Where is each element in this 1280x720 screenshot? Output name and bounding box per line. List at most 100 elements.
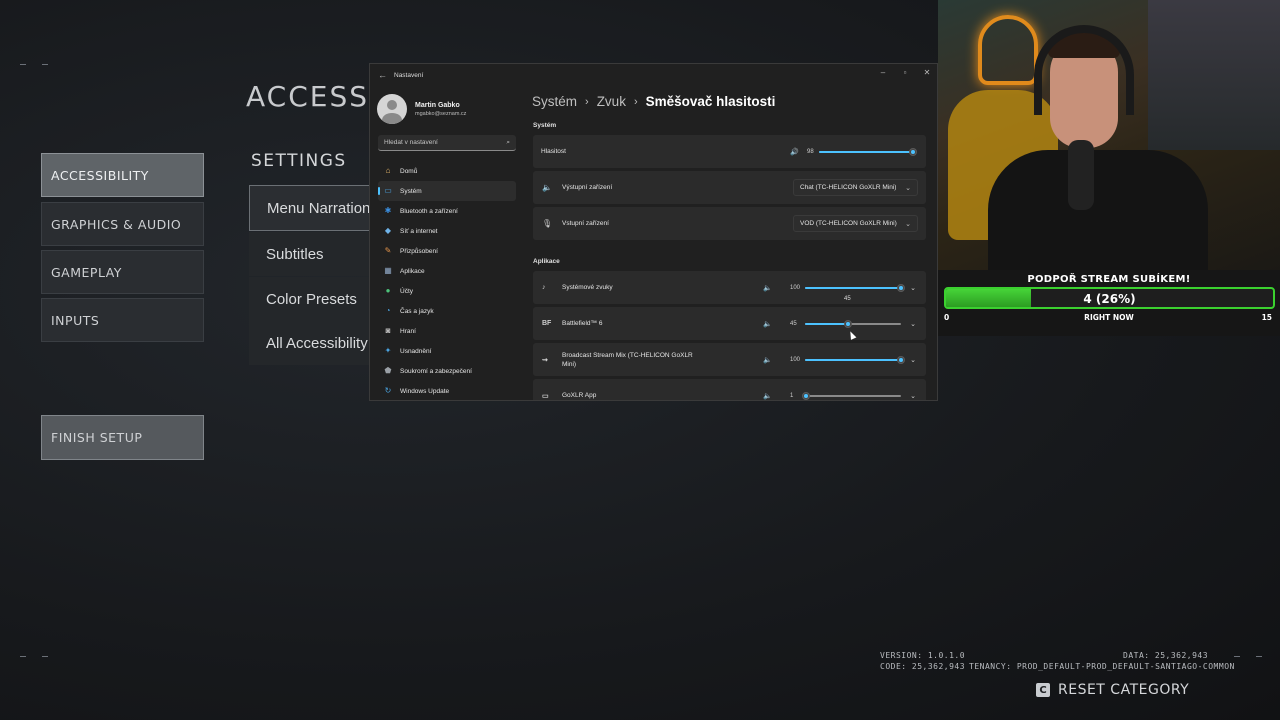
webcam-feed — [938, 0, 1280, 270]
nav-item-0[interactable]: ⌂ Domů — [378, 161, 516, 181]
nav-item-label: Windows Update — [400, 387, 450, 395]
microphone — [1068, 140, 1094, 210]
windows-update-icon: ↻ — [384, 386, 392, 395]
search-input[interactable]: Hledat v nastavení ⌕ — [378, 135, 516, 151]
slider-thumb[interactable] — [909, 147, 918, 156]
setting-all-accessibility[interactable]: All Accessibility — [249, 321, 374, 365]
bluetooth-icon: ✱ — [384, 206, 392, 215]
speaker-icon[interactable]: 🔊 — [790, 148, 799, 156]
input-device-card: 🎙 Vstupní zařízení VOD (TC-HELICON GoXLR… — [533, 207, 926, 240]
version-text: VERSION: 1.0.1.0 — [880, 651, 966, 660]
nav-item-7[interactable]: ◔ Čas a jazyk — [378, 301, 516, 321]
search-placeholder: Hledat v nastavení — [384, 139, 438, 146]
breadcrumb-system[interactable]: Systém — [532, 94, 577, 109]
category-inputs[interactable]: INPUTS — [41, 298, 204, 342]
nav-item-label: Účty — [400, 287, 413, 295]
tenancy-text: TENANCY: PROD_DEFAULT-PROD_DEFAULT-SANTI… — [969, 662, 1235, 671]
keyboard-key-icon: C — [1036, 683, 1050, 697]
category-accessibility[interactable]: ACCESSIBILITY — [41, 153, 204, 197]
user-profile[interactable]: Martin Gabko mgabko@seznam.cz — [377, 94, 466, 124]
goal-now-label: RIGHT NOW — [1084, 313, 1134, 322]
breadcrumb: Systém › Zvuk › Směšovač hlasitosti — [532, 94, 775, 109]
output-device-dropdown[interactable]: Chat (TC-HELICON GoXLR Mini) ⌄ — [793, 179, 918, 196]
app-volume-value: 1 — [790, 392, 794, 399]
slider-thumb[interactable] — [897, 355, 905, 364]
finish-setup-button[interactable]: FINISH SETUP — [41, 415, 204, 460]
settings-nav: ⌂ Domů ▭ Systém ✱ Bluetooth a zařízení ◆ Síť a … — [378, 161, 516, 400]
corner-mark — [20, 64, 26, 65]
corner-mark — [42, 64, 48, 65]
streamer-body — [988, 150, 1208, 270]
nav-item-3[interactable]: ◆ Síť a internet — [378, 221, 516, 241]
setting-color-presets[interactable]: Color Presets — [249, 277, 374, 321]
back-arrow-icon[interactable]: ← — [378, 70, 387, 80]
data-text: DATA: 25,362,943 — [1123, 651, 1209, 660]
app-volume-slider[interactable] — [805, 354, 905, 366]
nav-item-2[interactable]: ✱ Bluetooth a zařízení — [378, 201, 516, 221]
corner-mark — [42, 656, 48, 657]
slider-thumb[interactable] — [844, 319, 853, 328]
time-language-icon: ◔ — [385, 306, 391, 315]
master-volume-slider[interactable] — [819, 146, 918, 158]
input-device-value: VOD (TC-HELICON GoXLR Mini) — [800, 220, 897, 227]
app-name: Battlefield™ 6 — [562, 320, 603, 327]
nav-item-label: Soukromí a zabezpečení — [400, 367, 472, 375]
chevron-right-icon: › — [585, 95, 589, 108]
nav-item-10[interactable]: ⬟ Soukromí a zabezpečení — [378, 361, 516, 381]
app-volume-value: 100 — [790, 356, 801, 363]
nav-item-label: Přizpůsobení — [400, 247, 438, 255]
speaker-icon[interactable]: 🔈 — [763, 284, 772, 292]
brush-icon: ✎ — [384, 246, 392, 255]
reset-category-button[interactable]: C RESET CATEGORY — [1036, 682, 1189, 698]
nav-item-4[interactable]: ✎ Přizpůsobení — [378, 241, 516, 261]
corner-mark — [20, 656, 26, 657]
setting-subtitles[interactable]: Subtitles — [249, 232, 374, 276]
nav-item-11[interactable]: ↻ Windows Update — [378, 381, 516, 400]
speaker-icon[interactable]: 🔈 — [763, 392, 772, 400]
background-shelf — [1148, 0, 1280, 150]
chevron-down-icon[interactable]: ⌄ — [910, 284, 916, 292]
stream-goal-widget: PODPOŘ STREAM SUBÍKEM! 4 (26%) 0 RIGHT N… — [938, 270, 1280, 336]
goxlr-icon: ▭ — [542, 392, 549, 400]
nav-item-5[interactable]: ▦ Aplikace — [378, 261, 516, 281]
window-title: Nastavení — [394, 72, 424, 79]
nav-item-6[interactable]: ● Účty — [378, 281, 516, 301]
slider-thumb[interactable] — [801, 391, 810, 400]
nav-item-9[interactable]: ✦ Usnadnění — [378, 341, 516, 361]
goal-title: PODPOŘ STREAM SUBÍKEM! — [1027, 274, 1191, 285]
slider-thumb[interactable] — [897, 283, 905, 292]
app-volume-slider[interactable] — [805, 318, 901, 330]
master-volume-value: 98 — [807, 148, 814, 155]
account-icon: ● — [385, 286, 391, 295]
corner-mark — [1256, 656, 1262, 657]
app-volume-card: ♪ Systémové zvuky 🔈 100 ⌄ — [533, 271, 926, 304]
chevron-down-icon[interactable]: ⌄ — [910, 356, 916, 364]
minimize-icon[interactable]: – — [877, 68, 889, 77]
nav-item-8[interactable]: ◙ Hraní — [378, 321, 516, 341]
app-volume-slider[interactable] — [801, 390, 901, 401]
avatar — [377, 94, 407, 124]
goal-progress-bar: 4 (26%) — [944, 287, 1275, 309]
chevron-down-icon[interactable]: ⌄ — [910, 392, 916, 400]
speaker-icon[interactable]: 🔈 — [763, 320, 772, 328]
battlefield-icon: BF — [542, 320, 552, 327]
speaker-icon[interactable]: 🔈 — [763, 356, 772, 364]
app-name: GoXLR App — [562, 392, 597, 399]
setting-menu-narration[interactable]: Menu Narration — [249, 185, 374, 231]
nav-item-label: Čas a jazyk — [400, 307, 434, 315]
category-graphics-audio[interactable]: GRAPHICS & AUDIO — [41, 202, 204, 246]
maximize-icon[interactable]: ▫ — [899, 68, 911, 77]
accessibility-icon: ✦ — [384, 346, 392, 355]
close-icon[interactable]: ✕ — [921, 68, 933, 77]
input-device-dropdown[interactable]: VOD (TC-HELICON GoXLR Mini) ⌄ — [793, 215, 918, 232]
nav-item-label: Usnadnění — [400, 347, 432, 355]
category-gameplay[interactable]: GAMEPLAY — [41, 250, 204, 294]
nav-item-label: Domů — [400, 167, 418, 175]
breadcrumb-sound[interactable]: Zvuk — [597, 94, 626, 109]
goal-progress-text: 4 (26%) — [1083, 292, 1136, 306]
game-page-title: ACCESSI — [246, 80, 380, 113]
system-sounds-icon: ♪ — [542, 284, 546, 291]
app-volume-slider[interactable] — [805, 282, 905, 294]
chevron-down-icon[interactable]: ⌄ — [910, 320, 916, 328]
nav-item-1[interactable]: ▭ Systém — [378, 181, 516, 201]
